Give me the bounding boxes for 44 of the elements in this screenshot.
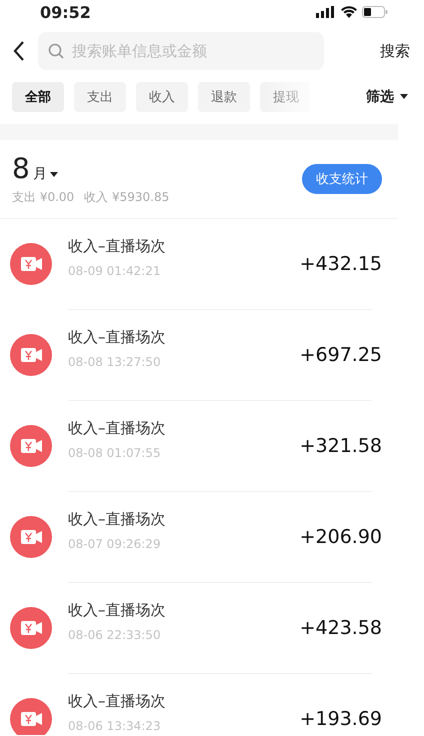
caret-icon: [400, 94, 408, 100]
income-icon: [10, 607, 52, 649]
signal-icon: [316, 6, 336, 18]
filter-tab[interactable]: 退款: [198, 82, 250, 112]
transaction-title: 收入–直播场次: [68, 510, 166, 528]
income-total: 收入 ¥5930.85: [84, 189, 170, 206]
transaction-amount: +193.69: [300, 708, 382, 730]
income-icon: [10, 425, 52, 467]
filter-menu-button[interactable]: 筛选: [360, 82, 414, 112]
search-icon: [48, 43, 64, 59]
income-icon: [10, 516, 52, 558]
filter-tab[interactable]: 支出: [74, 82, 126, 112]
transaction-amount: +321.58: [300, 435, 382, 457]
transaction-title: 收入–直播场次: [68, 328, 166, 346]
transaction-amount: +423.58: [300, 617, 382, 639]
transaction-title: 收入–直播场次: [68, 692, 166, 710]
transaction-title: 收入–直播场次: [68, 600, 166, 620]
wifi-icon: [341, 6, 357, 18]
filter-tab[interactable]: 提现: [260, 82, 310, 112]
transaction-amount: +697.25: [300, 344, 382, 366]
stats-button[interactable]: 收支统计: [302, 164, 382, 194]
transaction-title: 收入–直播场次: [68, 236, 166, 256]
battery-icon: [362, 6, 388, 18]
income-icon: [10, 334, 52, 376]
transaction-time: 08-08 13:27:50: [68, 354, 162, 368]
transaction-time: 08-06 22:33:50: [68, 628, 162, 642]
filter-tab[interactable]: 全部: [12, 82, 64, 112]
transaction-time: 08-06 13:34:23: [68, 718, 162, 732]
income-icon: [10, 243, 52, 285]
income-icon: [10, 698, 52, 735]
transaction-title: 收入–直播场次: [68, 418, 166, 438]
search-button[interactable]: 搜索: [376, 38, 414, 64]
status-time: 09:52: [40, 2, 91, 22]
transaction-amount: +432.15: [300, 253, 382, 275]
month-picker[interactable]: 8 月: [12, 152, 170, 185]
back-icon[interactable]: [12, 40, 26, 62]
transaction-time: 08-07 09:26:29: [68, 536, 162, 550]
filter-tab[interactable]: 收入: [136, 82, 188, 112]
search-field[interactable]: 搜索账单信息或金额: [38, 32, 324, 70]
expense-total: 支出 ¥0.00: [12, 189, 74, 206]
transaction-time: 08-09 01:42:21: [68, 264, 162, 278]
transaction-time: 08-08 01:07:55: [68, 446, 162, 460]
caret-icon: [50, 172, 58, 178]
transaction-amount: +206.90: [300, 526, 382, 548]
